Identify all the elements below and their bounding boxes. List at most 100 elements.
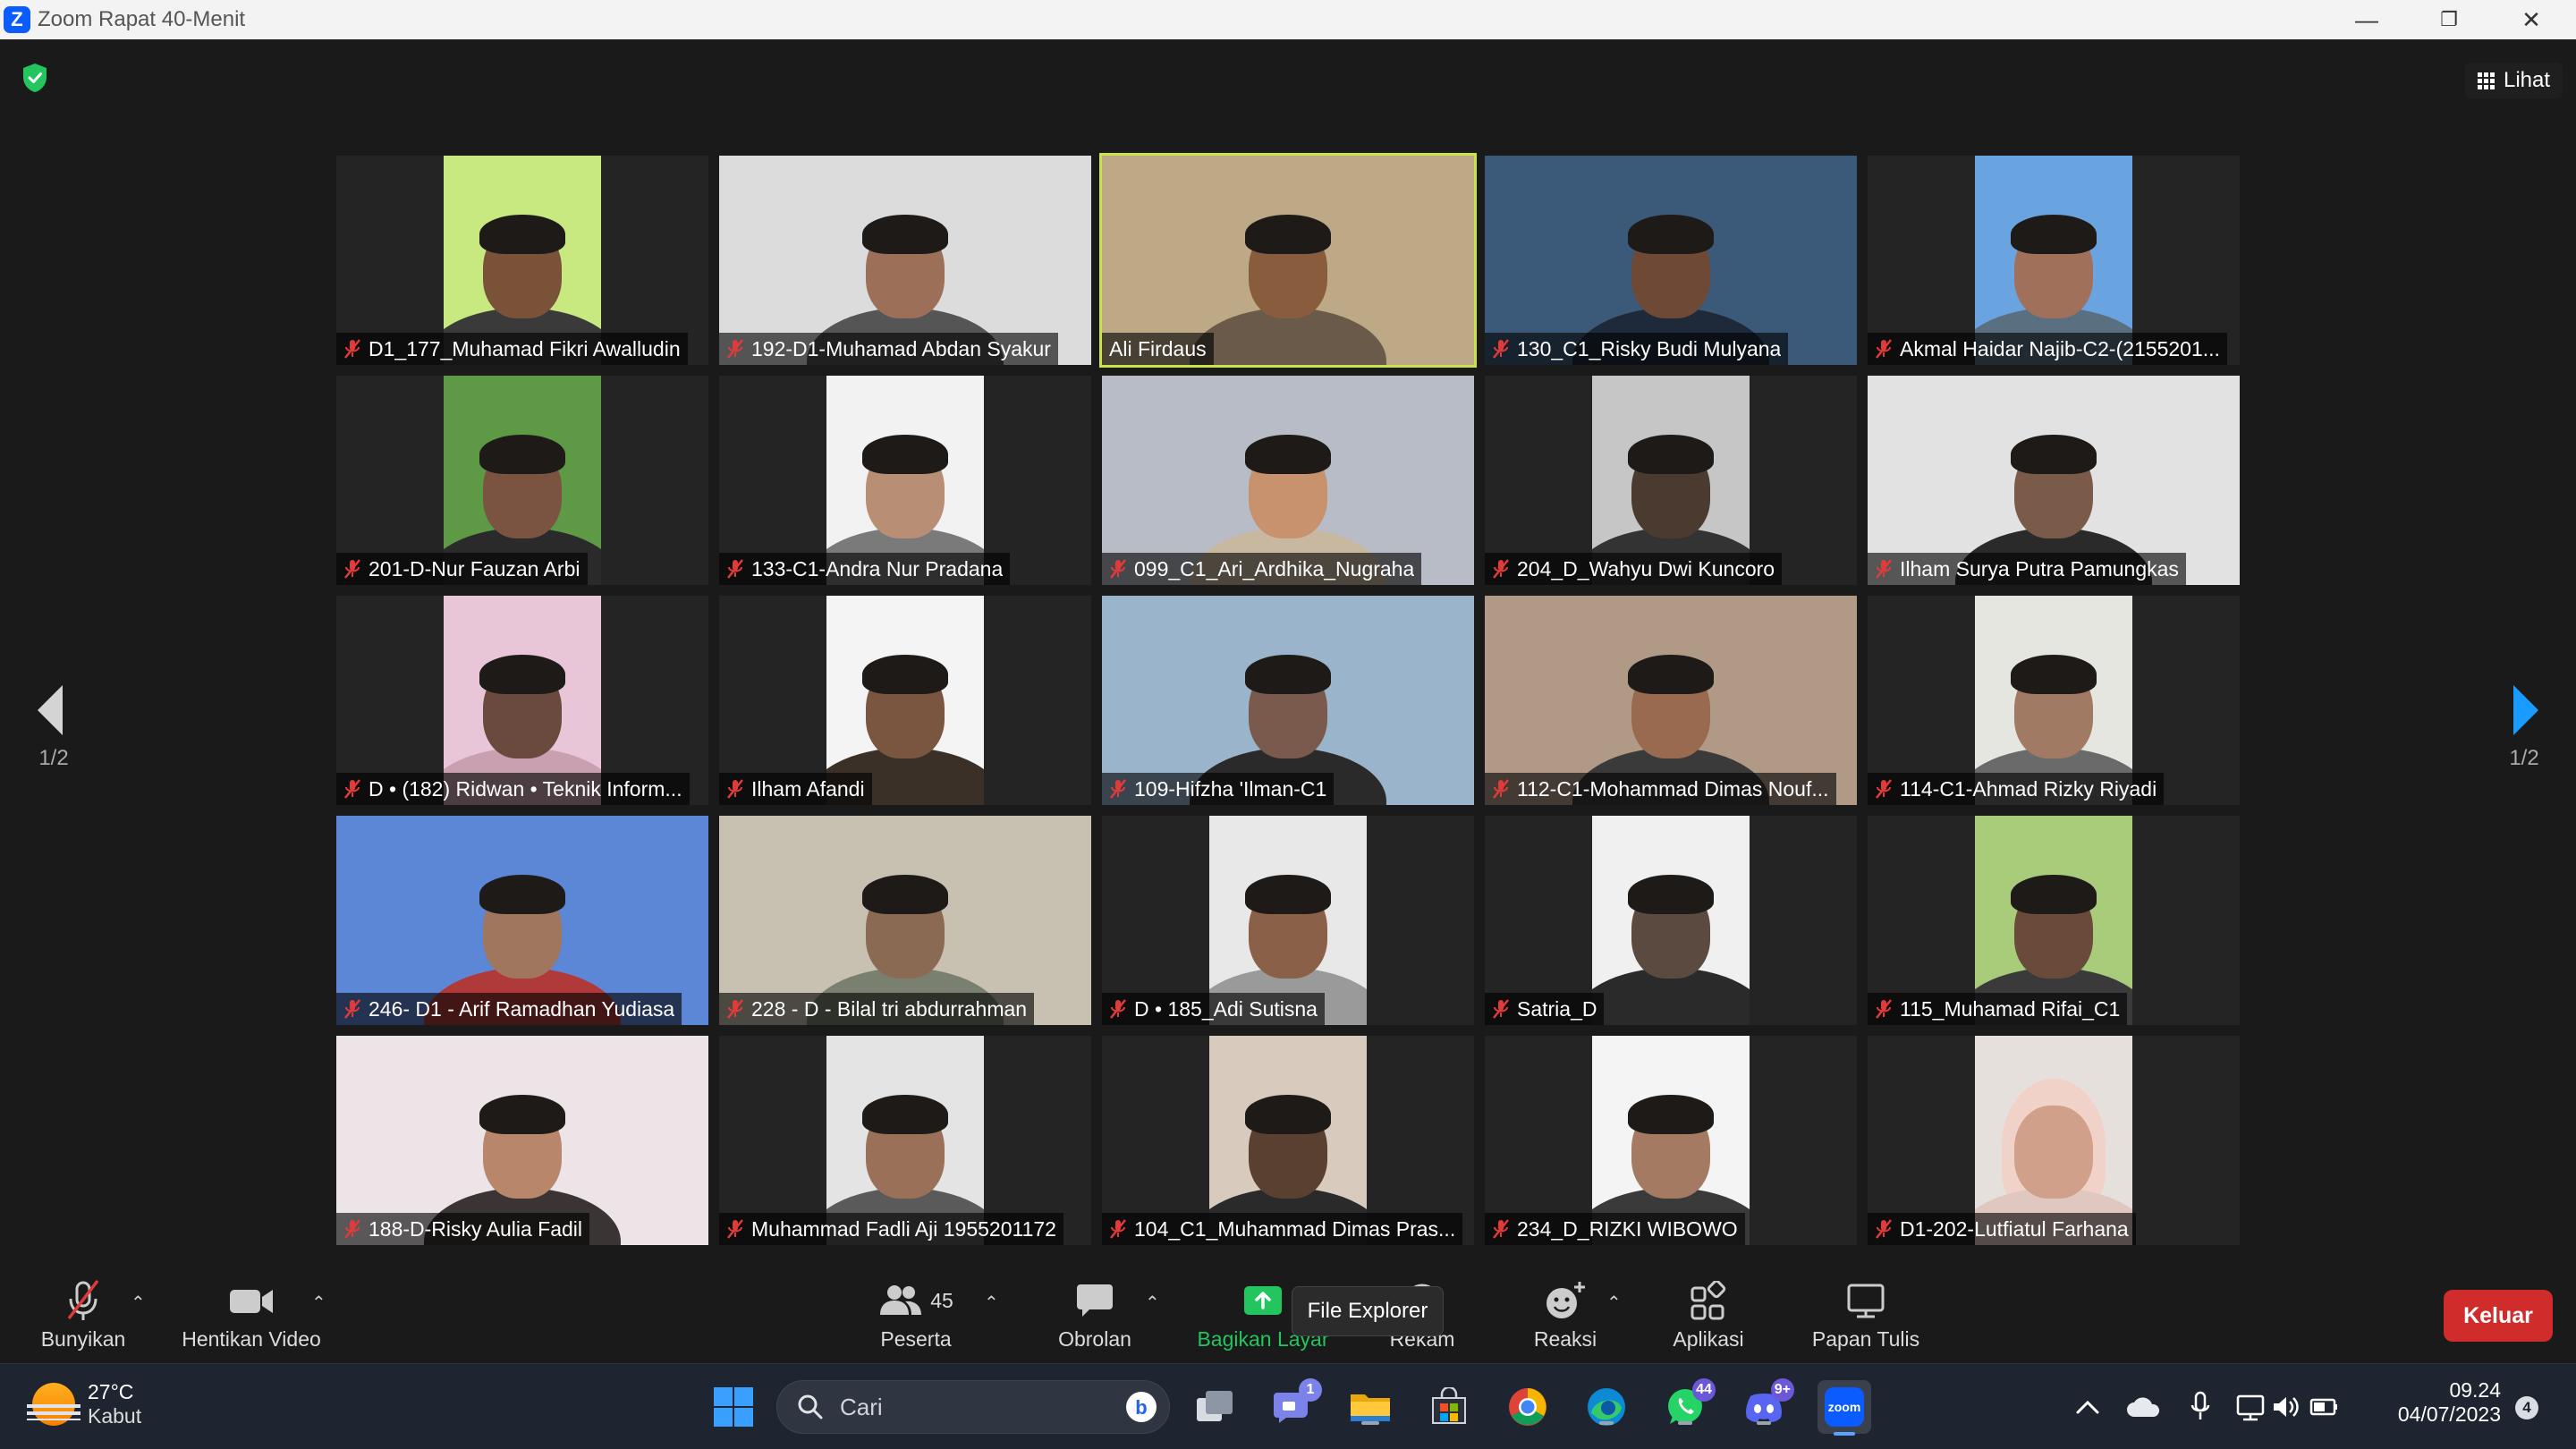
taskbar-search[interactable]: Cari b [776, 1380, 1170, 1434]
discord-button[interactable]: 9+ [1741, 1378, 1794, 1430]
svg-text:b: b [1135, 1396, 1147, 1419]
participant-tile[interactable]: 130_C1_Risky Budi Mulyana [1485, 156, 1857, 365]
participant-nametag: 204_D_Wahyu Dwi Kuncoro [1485, 553, 1783, 585]
page-indicator-right: 1/2 [2509, 746, 2539, 770]
participant-tile[interactable]: 104_C1_Muhammad Dimas Pras... [1102, 1036, 1474, 1245]
participant-nametag: 109-Hifzha 'Ilman-C1 [1102, 773, 1335, 805]
participant-tile[interactable]: 201-D-Nur Fauzan Arbi [336, 376, 708, 585]
participant-name: 104_C1_Muhammad Dimas Pras... [1134, 1216, 1456, 1241]
participant-tile[interactable]: 228 - D - Bilal tri abdurrahman [719, 816, 1091, 1025]
participants-options-caret-icon[interactable]: ⌃ [984, 1292, 999, 1314]
audio-options-caret-icon[interactable]: ⌃ [131, 1292, 146, 1314]
mic-muted-icon [344, 779, 360, 799]
window-title: Zoom Rapat 40-Menit [38, 7, 246, 31]
participant-tile[interactable]: 099_C1_Ari_Ardhika_Nugraha [1102, 376, 1474, 585]
quick-settings-button[interactable] [2234, 1384, 2342, 1430]
store-icon [1432, 1387, 1466, 1424]
clock[interactable]: 09.24 04/07/2023 [2379, 1378, 2501, 1427]
chat-options-caret-icon[interactable]: ⌃ [1145, 1292, 1160, 1314]
participant-tile[interactable]: Akmal Haidar Najib-C2-(2155201... [1868, 156, 2240, 365]
participant-name: Ilham Surya Putra Pamungkas [1900, 556, 2179, 580]
participant-tile[interactable]: Ilham Surya Putra Pamungkas [1868, 376, 2240, 585]
zoom-taskbar-button[interactable]: zoom [1818, 1380, 1871, 1436]
apps-button[interactable]: Aplikasi [1665, 1277, 1751, 1352]
bing-icon[interactable]: b [1124, 1390, 1158, 1424]
leave-button[interactable]: Keluar [2444, 1290, 2553, 1342]
whiteboard-button[interactable]: Papan Tulis [1803, 1277, 1928, 1352]
participant-nametag: 192-D1-Muhamad Abdan Syakur [719, 333, 1058, 365]
participant-name: 192-D1-Muhamad Abdan Syakur [751, 336, 1051, 360]
reactions-options-caret-icon[interactable]: ⌃ [1606, 1292, 1622, 1314]
participant-tile[interactable]: 115_Muhamad Rifai_C1 [1868, 816, 2240, 1025]
task-view-icon [1197, 1391, 1233, 1421]
weather-widget[interactable]: 27°C Kabut [27, 1380, 141, 1428]
participant-tile[interactable]: 188-D-Risky Aulia Fadil [336, 1036, 708, 1245]
participant-tile[interactable]: D • 185_Adi Sutisna [1102, 816, 1474, 1025]
participant-tile[interactable]: 234_D_RIZKI WIBOWO [1485, 1036, 1857, 1245]
participant-tile[interactable]: Ali Firdaus [1099, 153, 1477, 368]
participant-name: 114-C1-Ahmad Rizky Riyadi [1900, 776, 2157, 801]
participant-tile[interactable]: 109-Hifzha 'Ilman-C1 [1102, 596, 1474, 805]
unmute-button[interactable]: Bunyikan [34, 1277, 132, 1352]
chat-button[interactable]: Obrolan [1046, 1277, 1143, 1352]
participant-name: 112-C1-Mohammad Dimas Nouf... [1517, 776, 1829, 801]
previous-page-arrow-icon[interactable] [30, 674, 75, 746]
participant-hair [862, 655, 948, 694]
close-button[interactable]: ✕ [2490, 0, 2572, 39]
mic-muted-icon [1493, 779, 1509, 799]
participant-name: 133-C1-Andra Nur Pradana [751, 556, 1004, 580]
participant-nametag: 228 - D - Bilal tri abdurrahman [719, 993, 1035, 1025]
microphone-tray-button[interactable] [2177, 1384, 2224, 1430]
mic-muted-icon [727, 1219, 743, 1239]
participant-tile[interactable]: D1_177_Muhamad Fikri Awalludin [336, 156, 708, 365]
microsoft-store-button[interactable] [1426, 1384, 1472, 1430]
participant-tile[interactable]: D1-202-Lutfiatul Farhana [1868, 1036, 2240, 1245]
participant-tile[interactable]: 204_D_Wahyu Dwi Kuncoro [1485, 376, 1857, 585]
mic-muted-icon [344, 559, 360, 579]
window-titlebar: Z Zoom Rapat 40-Menit — ❐ ✕ [0, 0, 2576, 39]
video-options-caret-icon[interactable]: ⌃ [311, 1292, 326, 1314]
stop-video-button[interactable]: Hentikan Video [175, 1277, 327, 1352]
file-explorer-button[interactable] [1347, 1384, 1394, 1430]
next-page-arrow-icon[interactable] [2501, 674, 2546, 746]
search-placeholder: Cari [840, 1393, 883, 1420]
page-indicator-left: 1/2 [38, 746, 69, 770]
start-button[interactable] [710, 1384, 757, 1430]
participant-tile[interactable]: 114-C1-Ahmad Rizky Riyadi [1868, 596, 2240, 805]
edge-button[interactable] [1583, 1384, 1630, 1430]
view-button[interactable]: Lihat [2465, 63, 2563, 98]
mic-muted-icon [727, 779, 743, 799]
unmute-label: Bunyikan [40, 1327, 126, 1351]
participants-button[interactable]: 45 Peserta [859, 1277, 973, 1352]
participant-hair [2011, 875, 2097, 914]
edge-running-indicator [1599, 1421, 1614, 1425]
participant-nametag: 188-D-Risky Aulia Fadil [336, 1213, 590, 1245]
onedrive-button[interactable] [2120, 1384, 2166, 1430]
participant-tile[interactable]: Muhammad Fadli Aji 1955201172 [719, 1036, 1091, 1245]
minimize-button[interactable]: — [2326, 0, 2408, 39]
participant-nametag: Ali Firdaus [1102, 333, 1214, 365]
participant-hair [479, 655, 565, 694]
participant-tile[interactable]: Satria_D [1485, 816, 1857, 1025]
teams-chat-button[interactable]: 1 [1268, 1378, 1322, 1430]
notification-badge[interactable]: 4 [2515, 1396, 2538, 1419]
participant-tile[interactable]: 133-C1-Andra Nur Pradana [719, 376, 1091, 585]
encryption-shield-icon[interactable] [21, 63, 48, 93]
participant-name: 188-D-Risky Aulia Fadil [369, 1216, 583, 1241]
mic-muted-icon [1110, 999, 1126, 1019]
participant-name: 246- D1 - Arif Ramadhan Yudiasa [369, 996, 675, 1021]
participant-tile[interactable]: D • (182) Ridwan • Teknik Inform... [336, 596, 708, 805]
chrome-button[interactable] [1504, 1384, 1551, 1430]
restore-button[interactable]: ❐ [2408, 0, 2490, 39]
participant-hair [862, 435, 948, 474]
participant-tile[interactable]: 112-C1-Mohammad Dimas Nouf... [1485, 596, 1857, 805]
show-hidden-icons-button[interactable] [2064, 1384, 2111, 1430]
participant-tile[interactable]: 246- D1 - Arif Ramadhan Yudiasa [336, 816, 708, 1025]
reactions-button[interactable]: Reaksi [1526, 1277, 1605, 1352]
participant-tile[interactable]: Ilham Afandi [719, 596, 1091, 805]
participant-tile[interactable]: 192-D1-Muhamad Abdan Syakur [719, 156, 1091, 365]
task-view-button[interactable] [1191, 1384, 1238, 1430]
participant-name: 201-D-Nur Fauzan Arbi [369, 556, 580, 580]
whatsapp-button[interactable]: 44 [1662, 1378, 1716, 1430]
participant-name: 115_Muhamad Rifai_C1 [1900, 996, 2121, 1021]
